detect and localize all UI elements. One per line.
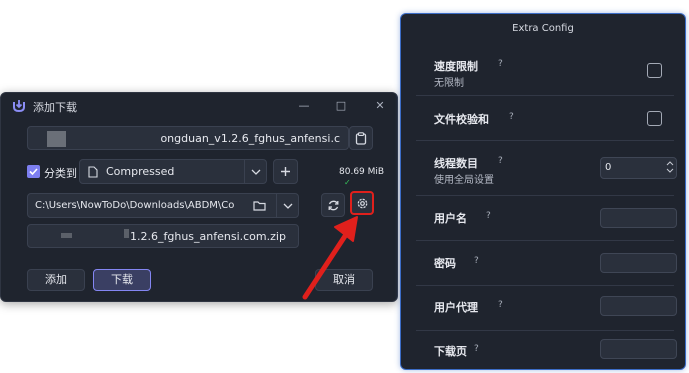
redacted-name-part (124, 229, 129, 238)
thread-count-row: 线程数目 ? 使用全局设置 0 (416, 141, 677, 196)
clipboard-icon (355, 131, 367, 145)
paste-button[interactable] (349, 126, 373, 150)
password-row: 密码 ? (416, 241, 677, 286)
user-agent-field[interactable] (600, 296, 677, 316)
app-logo-icon (13, 100, 25, 113)
speed-limit-checkbox[interactable] (647, 63, 662, 78)
dialog-title: 添加下载 (33, 101, 77, 114)
maximize-icon[interactable]: □ (330, 97, 352, 115)
extra-config-panel: Extra Config 速度限制 ? 无限制 文件校验和 ? 线程数目 ? 使… (400, 13, 686, 370)
stepper-arrows[interactable] (666, 160, 674, 174)
download-page-row: 下载页 ? (416, 331, 677, 369)
thread-count-value: 0 (605, 162, 612, 173)
add-button[interactable]: 添加 (27, 269, 85, 291)
help-icon[interactable]: ? (498, 59, 503, 69)
file-icon (88, 166, 98, 178)
file-name-value: 1.2.6_fghus_anfensi.com.zip (130, 230, 286, 243)
help-icon[interactable]: ? (498, 300, 503, 310)
redacted-url-part (47, 131, 66, 147)
help-icon[interactable]: ? (474, 344, 479, 354)
speed-limit-label: 速度限制 (434, 60, 478, 73)
help-icon[interactable]: ? (498, 156, 503, 166)
annotation-arrow-icon (302, 216, 358, 300)
download-page-field[interactable] (600, 339, 677, 359)
folder-icon[interactable] (253, 200, 266, 211)
redacted-name-part (61, 233, 72, 238)
category-checkbox-label: 分类到 (44, 167, 77, 180)
category-value: Compressed (106, 165, 175, 178)
panel-title: Extra Config (512, 23, 574, 34)
help-icon[interactable]: ? (474, 256, 479, 266)
thread-count-input[interactable]: 0 (600, 157, 677, 179)
plus-icon (281, 167, 290, 176)
chevron-down-icon[interactable] (666, 167, 674, 174)
save-path-input[interactable]: C:\Users\NowToDo\Downloads\ABDM\Compre (27, 193, 299, 218)
chevron-down-icon (244, 160, 266, 183)
save-path-value: C:\Users\NowToDo\Downloads\ABDM\Compre (35, 200, 235, 211)
minimize-icon[interactable]: — (293, 97, 315, 115)
user-agent-label: 用户代理 (434, 301, 478, 314)
username-field[interactable] (600, 208, 677, 228)
username-label: 用户名 (434, 212, 467, 225)
download-page-label: 下载页 (434, 345, 467, 358)
file-name-input[interactable]: 1.2.6_fghus_anfensi.com.zip (27, 224, 299, 248)
user-agent-row: 用户代理 ? (416, 286, 677, 331)
add-category-button[interactable] (273, 159, 298, 184)
help-icon[interactable]: ? (486, 211, 491, 221)
size-ok-check-icon: ✓ (344, 178, 351, 187)
password-field[interactable] (600, 253, 677, 273)
password-label: 密码 (434, 257, 456, 270)
speed-limit-value: 无限制 (434, 78, 464, 89)
file-size: 80.69 MiB (339, 167, 385, 177)
category-select[interactable]: Compressed (79, 159, 267, 184)
thread-count-hint: 使用全局设置 (434, 175, 494, 186)
file-checksum-row: 文件校验和 ? (416, 96, 674, 141)
file-checksum-checkbox[interactable] (647, 111, 662, 126)
category-checkbox[interactable] (27, 165, 40, 178)
chevron-up-icon[interactable] (666, 160, 674, 167)
url-value: ongduan_v1.2.6_fghus_anfensi.c (160, 132, 340, 145)
close-icon[interactable]: ✕ (369, 97, 391, 115)
thread-count-label: 线程数目 (434, 157, 478, 170)
speed-limit-row: 速度限制 ? 无限制 (416, 51, 674, 96)
username-row: 用户名 ? (416, 196, 677, 241)
title-bar[interactable]: 添加下载 — □ ✕ (1, 93, 397, 119)
checkmark-icon (29, 168, 38, 176)
file-checksum-label: 文件校验和 (434, 113, 489, 126)
url-input[interactable]: ongduan_v1.2.6_fghus_anfensi.c (27, 126, 349, 150)
help-icon[interactable]: ? (509, 112, 514, 122)
download-button[interactable]: 下载 (93, 269, 151, 291)
